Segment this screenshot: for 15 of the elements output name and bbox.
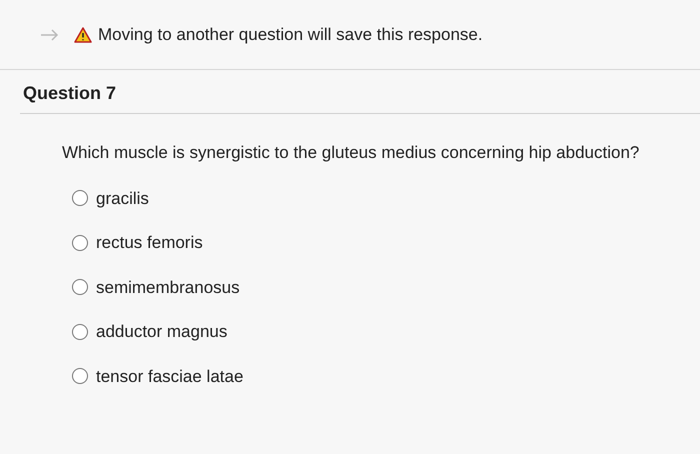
answer-option[interactable]: rectus femoris bbox=[72, 230, 203, 256]
answer-option[interactable]: gracilis bbox=[72, 186, 149, 211]
radio-button[interactable] bbox=[72, 324, 88, 340]
question-text: Which muscle is synergistic to the gluteus medius concerning hip abduction? bbox=[62, 142, 640, 164]
answer-option[interactable]: semimembranosus bbox=[72, 274, 240, 300]
radio-button[interactable] bbox=[72, 190, 88, 206]
question-title: Question 7 bbox=[22, 83, 116, 103]
answer-option[interactable]: tensor fasciae latae bbox=[72, 364, 244, 389]
warning-icon bbox=[74, 26, 92, 42]
notice-text: Moving to another question will save this response. bbox=[98, 24, 483, 46]
radio-button[interactable] bbox=[72, 279, 88, 296]
radio-button[interactable] bbox=[72, 368, 88, 384]
radio-button[interactable] bbox=[72, 234, 88, 251]
answer-option[interactable]: adductor magnus bbox=[72, 319, 228, 344]
arrow-icon bbox=[40, 28, 60, 42]
